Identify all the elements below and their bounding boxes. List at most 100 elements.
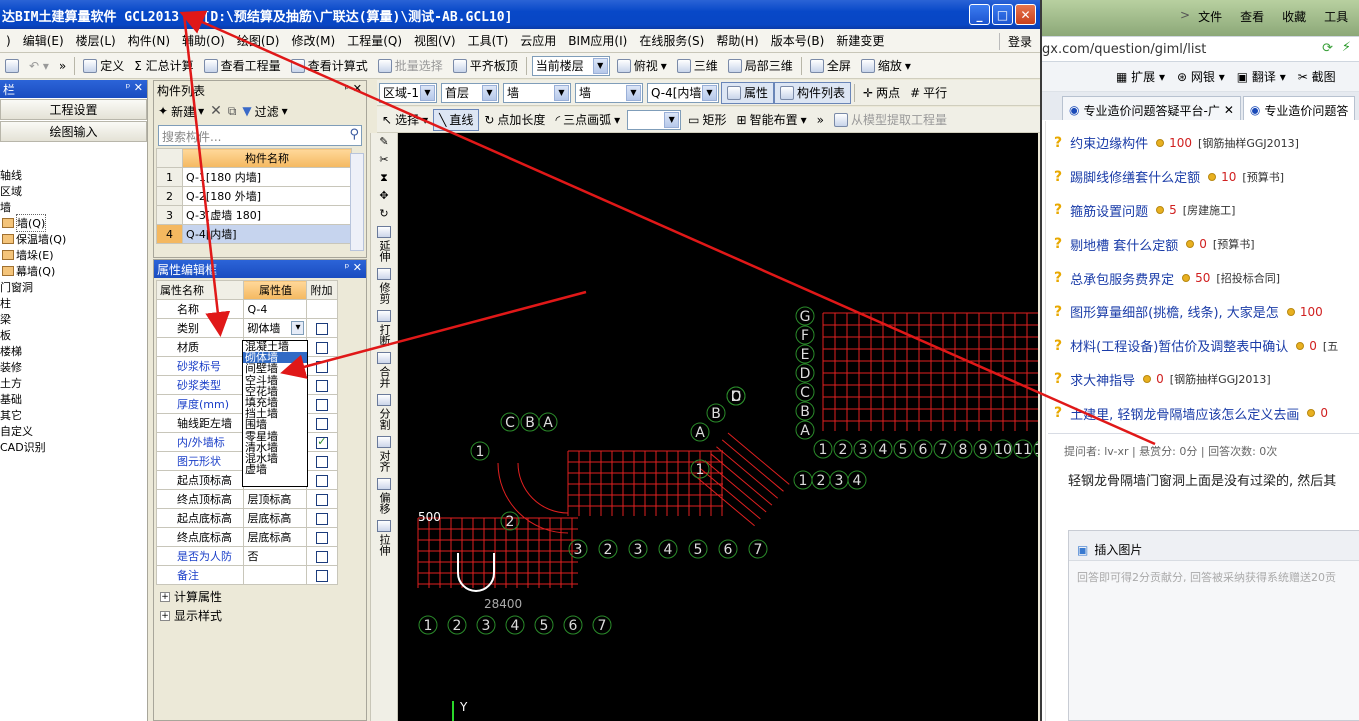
component-search-input[interactable]: 搜索构件... ⚲: [158, 125, 362, 146]
partial-3d-button[interactable]: 局部三维: [723, 55, 798, 77]
menu-item-new-change[interactable]: 新建变更: [830, 32, 890, 49]
question-title[interactable]: 图形算量细部(挑檐, 线条), 大家是怎: [1070, 302, 1279, 321]
extract-quantity-button[interactable]: 从模型提取工程量: [829, 109, 952, 131]
define-button[interactable]: 定义: [78, 55, 129, 77]
point-length-button[interactable]: ↻ 点加长度: [479, 109, 550, 131]
tree-item-earthwork[interactable]: 土方: [0, 375, 147, 391]
extension-bank-button[interactable]: ⊛ 网银 ▾: [1177, 68, 1225, 85]
dropdown-option[interactable]: 间壁墙: [243, 363, 307, 374]
list-item[interactable]: ? 求大神指导 0 [钢筋抽样GGJ2013]: [1042, 363, 1359, 397]
rect-button[interactable]: ▭ 矩形: [683, 109, 731, 131]
component-name-cell[interactable]: Q-1[180 内墙]: [182, 167, 352, 187]
component-name-cell[interactable]: Q-4[内墙]: [182, 224, 352, 244]
copy-icon[interactable]: ⧉: [228, 104, 237, 119]
extension-translate-button[interactable]: ▣ 翻译 ▾: [1237, 68, 1286, 85]
answer-editor[interactable]: ▣ 插入图片 回答即可得2分贡献分, 回答被采纳获得系统赠送20贡: [1068, 530, 1359, 721]
list-item[interactable]: ? 材料(工程设备)暂估价及调整表中确认 0 [五: [1042, 329, 1359, 363]
login-button[interactable]: 登录: [998, 33, 1032, 50]
browser-tab-2[interactable]: ◉ 专业造价问题答: [1242, 96, 1356, 120]
menu-item-cloud[interactable]: 云应用: [514, 32, 562, 49]
property-row[interactable]: 终点底标高 层底标高: [155, 527, 338, 547]
question-title[interactable]: 箍筋设置问题: [1070, 201, 1148, 220]
list-item[interactable]: ? 剔地槽 套什么定额 0 [预算书]: [1042, 227, 1359, 261]
tree-item-wall[interactable]: 墙(Q): [0, 214, 147, 232]
floor-combo[interactable]: 首层 ▼: [441, 82, 499, 103]
question-category[interactable]: [钢筋抽样GGJ2013]: [1198, 135, 1299, 151]
menu-item-file[interactable]: ): [0, 34, 17, 48]
extra-checkbox[interactable]: [316, 569, 329, 582]
tree-item-axis[interactable]: 轴线: [0, 167, 147, 183]
maximize-button[interactable]: □: [992, 4, 1013, 25]
pin-close-icon[interactable]: ᵖ ✕: [345, 82, 362, 95]
tree-item-beam[interactable]: 梁: [0, 311, 147, 327]
insert-image-button[interactable]: ▣ 插入图片: [1069, 531, 1359, 561]
question-category[interactable]: [预算书]: [1242, 169, 1284, 185]
menu-item-version[interactable]: 版本号(B): [765, 32, 831, 49]
question-title[interactable]: 求大神指导: [1070, 370, 1135, 389]
browser-tab-1[interactable]: ◉ 专业造价问题答疑平台-广 ✕: [1062, 96, 1241, 120]
tree-item-other[interactable]: 其它: [0, 407, 147, 423]
region-selector[interactable]: 区域-1 ▼: [379, 82, 437, 103]
vstrip-tool-button[interactable]: 偏移: [371, 475, 397, 517]
mirror-tool-button[interactable]: ⧗: [371, 169, 397, 187]
vstrip-tool-button[interactable]: 分割: [371, 391, 397, 433]
component-list-scrollbar[interactable]: [350, 153, 364, 251]
tab-close-icon[interactable]: ✕: [1224, 103, 1234, 117]
trim-tool-button[interactable]: ✂: [371, 151, 397, 169]
question-category[interactable]: [钢筋抽样GGJ2013]: [1170, 371, 1271, 387]
new-component-button[interactable]: ✦ 新建 ▾: [158, 100, 204, 122]
vstrip-tool-button[interactable]: 修剪: [371, 265, 397, 307]
vstrip-tool-button[interactable]: 延伸: [371, 223, 397, 265]
menu-item-component[interactable]: 构件(N): [122, 32, 176, 49]
two-points-button[interactable]: ✛ 两点: [858, 82, 905, 104]
align-slab-button[interactable]: 平齐板顶: [448, 55, 523, 77]
toolbar3-more-icon[interactable]: »: [812, 109, 829, 131]
search-icon[interactable]: ⚲: [349, 127, 359, 142]
refresh-icon[interactable]: ⟳: [1322, 41, 1333, 56]
browser-nav-icon[interactable]: >: [1180, 8, 1190, 25]
property-row[interactable]: 起点底标高 层底标高: [155, 508, 338, 528]
menu-item-quantity[interactable]: 工程量(Q): [341, 32, 408, 49]
sum-calc-button[interactable]: Σ 汇总计算: [129, 55, 198, 77]
view-quantity-button[interactable]: 查看工程量: [199, 55, 286, 77]
question-category[interactable]: [房建施工]: [1183, 202, 1236, 218]
tree-item-curtain-wall[interactable]: 幕墙(Q): [0, 263, 147, 279]
question-title[interactable]: 剔地槽 套什么定额: [1070, 235, 1178, 254]
arc-button[interactable]: ◜ 三点画弧 ▾: [550, 109, 625, 131]
tree-item-wall-group[interactable]: 墙: [0, 199, 147, 215]
extra-checkbox[interactable]: [316, 398, 329, 411]
extension-screenshot-button[interactable]: ✂ 截图: [1298, 68, 1336, 85]
list-item[interactable]: ? 图形算量细部(挑檐, 线条), 大家是怎 100: [1042, 295, 1359, 329]
tree-item-pilaster[interactable]: 墙垛(E): [0, 247, 147, 263]
extra-checkbox[interactable]: [316, 360, 329, 373]
component-combo[interactable]: Q-4[内墙 ▼: [647, 82, 719, 103]
property-value[interactable]: 层底标高: [243, 508, 308, 528]
pen-tool-button[interactable]: ✎: [371, 133, 397, 151]
type-combo-2[interactable]: 墙 ▼: [575, 82, 643, 103]
property-value[interactable]: 层底标高: [243, 527, 308, 547]
toolbar-undo-icon[interactable]: ↶ ▾: [24, 55, 54, 77]
property-value[interactable]: [243, 565, 308, 585]
browser-menu-file[interactable]: 文件: [1198, 8, 1222, 25]
floor-selector[interactable]: 当前楼层 ▼: [531, 55, 610, 76]
property-value[interactable]: Q-4: [243, 299, 308, 319]
question-title[interactable]: 踢脚线修缮套什么定额: [1070, 167, 1200, 186]
menu-item-modify[interactable]: 修改(M): [285, 32, 341, 49]
extra-checkbox[interactable]: [316, 417, 329, 430]
batch-select-button[interactable]: 批量选择: [373, 55, 448, 77]
table-row[interactable]: 2 Q-2[180 外墙]: [156, 186, 352, 206]
menu-item-tools[interactable]: 工具(T): [462, 32, 515, 49]
list-item[interactable]: ? 总承包服务费界定 50 [招投标合同]: [1042, 261, 1359, 295]
vstrip-tool-button[interactable]: 对齐: [371, 433, 397, 475]
menu-item-edit[interactable]: 编辑(E): [17, 32, 70, 49]
toolbar-save-icon[interactable]: [0, 55, 24, 77]
delete-icon[interactable]: ✕: [210, 103, 222, 119]
extension-expand-button[interactable]: ▦ 扩展 ▾: [1116, 68, 1165, 85]
menu-item-draw[interactable]: 绘图(D): [231, 32, 286, 49]
tree-item-custom[interactable]: 自定义: [0, 423, 147, 439]
extra-checkbox[interactable]: [316, 455, 329, 468]
list-item[interactable]: ? 踢脚线修缮套什么定额 10 [预算书]: [1042, 160, 1359, 194]
extra-checkbox[interactable]: [316, 322, 329, 335]
tree-item-decoration[interactable]: 装修: [0, 359, 147, 375]
tree-item-column[interactable]: 柱: [0, 295, 147, 311]
